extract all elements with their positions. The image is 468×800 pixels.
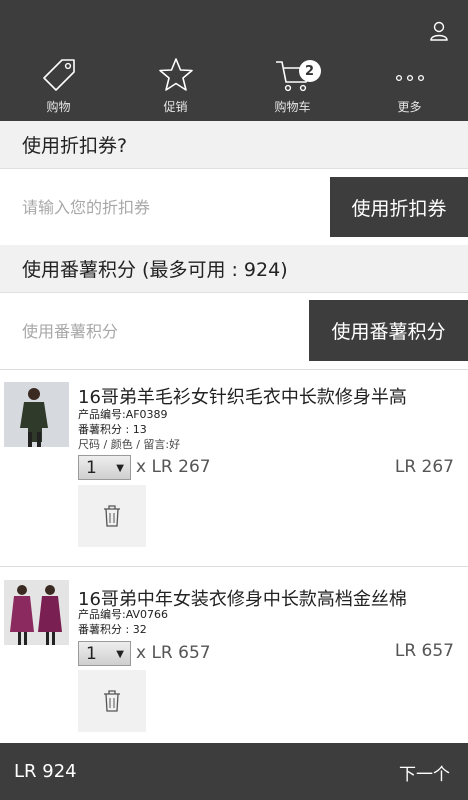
apply-coupon-button[interactable]: 使用折扣券 — [330, 177, 468, 237]
tab-bar: 购物 促销 2 购物车 更多 — [0, 56, 468, 120]
tab-shop-label: 购物 — [46, 100, 71, 114]
points-input[interactable] — [0, 293, 308, 369]
trash-icon — [104, 505, 120, 527]
quantity-select[interactable]: 1 ▼ — [78, 455, 131, 480]
product-options: 尺码 / 颜色 / 留言:好 — [78, 438, 181, 451]
user-icon — [430, 21, 448, 41]
next-button[interactable]: 下一个 — [399, 760, 450, 785]
product-title[interactable]: 16哥弟羊毛衫女针织毛衣中长款修身半高 — [78, 383, 466, 409]
apply-points-button[interactable]: 使用番薯积分 — [309, 300, 468, 361]
cart-item: 16哥弟中年女装衣修身中长款高档金丝棉 产品编号:AV0766 番薯积分 : 3… — [0, 567, 468, 743]
quantity-select[interactable]: 1 ▼ — [78, 641, 131, 666]
cart-total: LR 924 — [14, 761, 77, 782]
product-points: 番薯积分 : 32 — [78, 623, 147, 636]
cart-count-badge: 2 — [298, 60, 321, 82]
user-account-button[interactable] — [428, 20, 450, 42]
dropdown-caret-icon: ▼ — [116, 463, 124, 474]
tab-promotions-label: 促销 — [163, 100, 188, 114]
tab-cart[interactable]: 2 购物车 — [234, 56, 351, 120]
tab-promotions[interactable]: 促销 — [117, 56, 234, 120]
quantity-value: 1 — [86, 643, 97, 664]
more-icon — [395, 74, 424, 82]
tab-cart-label: 购物车 — [274, 100, 311, 114]
line-total: LR 657 — [394, 641, 454, 661]
quantity-value: 1 — [86, 457, 97, 478]
delete-item-button[interactable] — [78, 485, 146, 547]
points-input-row: 使用番薯积分 — [0, 293, 468, 369]
trash-icon — [104, 690, 120, 712]
coupon-input[interactable] — [0, 169, 330, 245]
checkout-bar: LR 924 下一个 — [0, 743, 468, 800]
coupon-input-row: 使用折扣券 — [0, 169, 468, 245]
line-total: LR 267 — [394, 457, 454, 477]
tag-icon — [42, 59, 75, 91]
unit-price: x LR 657 — [136, 643, 211, 663]
product-photo — [4, 580, 69, 645]
points-section-title: 使用番薯积分 (最多可用 : 924) — [0, 245, 468, 293]
tab-shop[interactable]: 购物 — [0, 56, 117, 120]
tab-more[interactable]: 更多 — [351, 56, 468, 120]
star-icon — [158, 58, 193, 91]
delete-item-button[interactable] — [78, 670, 146, 732]
tab-more-label: 更多 — [397, 100, 422, 114]
product-photo — [4, 382, 69, 447]
product-code: 产品编号:AV0766 — [78, 608, 169, 621]
product-code: 产品编号:AF0389 — [78, 408, 168, 421]
product-image[interactable] — [4, 580, 69, 645]
product-image[interactable] — [4, 382, 69, 447]
top-nav-bar: 购物 促销 2 购物车 更多 — [0, 0, 468, 121]
unit-price: x LR 267 — [136, 457, 211, 477]
dropdown-caret-icon: ▼ — [116, 649, 124, 660]
cart-item: 16哥弟羊毛衫女针织毛衣中长款修身半高 产品编号:AF0389 番薯积分 : 1… — [0, 370, 468, 566]
coupon-section-title: 使用折扣券? — [0, 121, 468, 169]
product-points: 番薯积分 : 13 — [78, 423, 147, 436]
